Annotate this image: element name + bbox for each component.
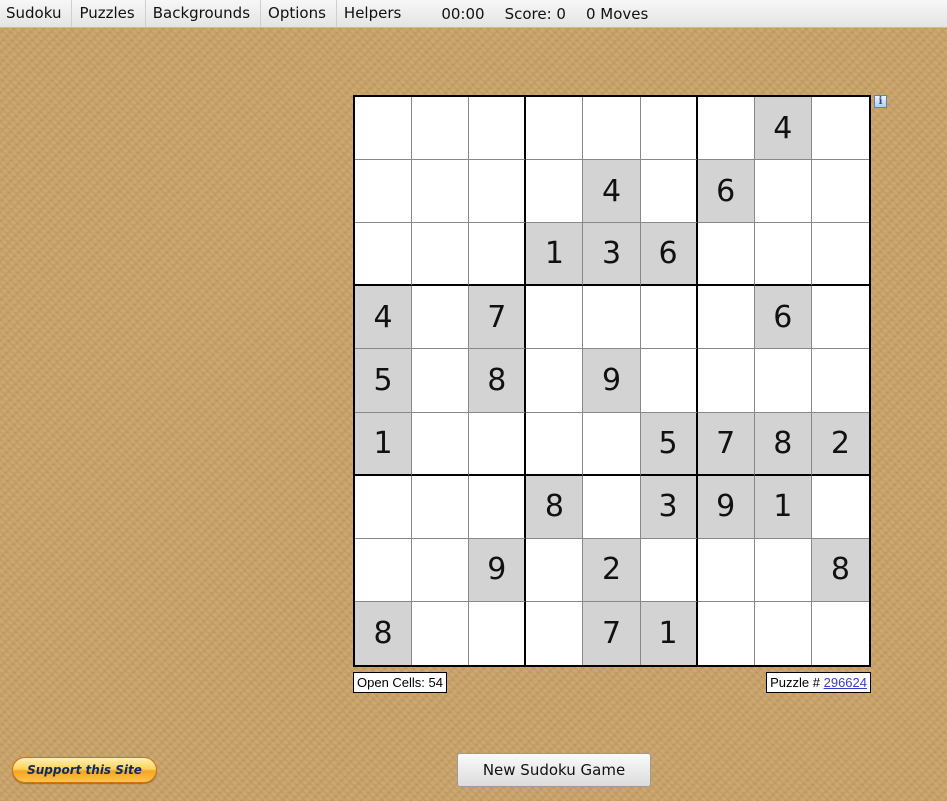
empty-cell[interactable] (697, 538, 755, 602)
given-cell[interactable]: 8 (754, 412, 812, 476)
empty-cell[interactable] (697, 223, 755, 287)
given-cell[interactable]: 1 (640, 601, 698, 665)
timer: 00:00 (441, 4, 485, 23)
moves-count: 0 Moves (585, 4, 649, 23)
empty-cell[interactable] (697, 349, 755, 413)
given-cell[interactable]: 8 (469, 349, 527, 413)
given-cell[interactable]: 2 (811, 412, 869, 476)
menu-helpers[interactable]: Helpers (337, 0, 411, 27)
support-site-button[interactable]: Support this Site (12, 757, 157, 783)
given-cell[interactable]: 1 (526, 223, 584, 287)
empty-cell[interactable] (526, 349, 584, 413)
given-cell[interactable]: 1 (355, 412, 413, 476)
given-cell[interactable]: 8 (355, 601, 413, 665)
given-cell[interactable]: 6 (697, 160, 755, 224)
game-status: 00:00 Score: 0 0 Moves (441, 5, 648, 23)
empty-cell[interactable] (583, 475, 641, 539)
empty-cell[interactable] (640, 286, 698, 350)
info-icon[interactable]: i (874, 95, 887, 108)
given-cell[interactable]: 6 (754, 286, 812, 350)
empty-cell[interactable] (811, 160, 869, 224)
empty-cell[interactable] (469, 475, 527, 539)
given-cell[interactable]: 5 (355, 349, 413, 413)
empty-cell[interactable] (469, 223, 527, 287)
menu-puzzles[interactable]: Puzzles (72, 0, 146, 27)
empty-cell[interactable] (412, 286, 470, 350)
empty-cell[interactable] (526, 97, 584, 161)
empty-cell[interactable] (355, 97, 413, 161)
given-cell[interactable]: 8 (526, 475, 584, 539)
menu-options[interactable]: Options (261, 0, 337, 27)
given-cell[interactable]: 3 (640, 475, 698, 539)
empty-cell[interactable] (526, 538, 584, 602)
empty-cell[interactable] (355, 223, 413, 287)
empty-cell[interactable] (754, 223, 812, 287)
empty-cell[interactable] (640, 97, 698, 161)
empty-cell[interactable] (412, 475, 470, 539)
empty-cell[interactable] (697, 286, 755, 350)
given-cell[interactable]: 7 (697, 412, 755, 476)
empty-cell[interactable] (697, 97, 755, 161)
empty-cell[interactable] (412, 349, 470, 413)
empty-cell[interactable] (811, 97, 869, 161)
empty-cell[interactable] (469, 601, 527, 665)
given-cell[interactable]: 4 (583, 160, 641, 224)
given-cell[interactable]: 4 (754, 97, 812, 161)
empty-cell[interactable] (754, 160, 812, 224)
new-game-button[interactable]: New Sudoku Game (457, 753, 651, 787)
given-cell[interactable]: 9 (583, 349, 641, 413)
empty-cell[interactable] (811, 475, 869, 539)
empty-cell[interactable] (412, 97, 470, 161)
given-cell[interactable]: 7 (469, 286, 527, 350)
empty-cell[interactable] (412, 538, 470, 602)
given-cell[interactable]: 8 (811, 538, 869, 602)
sudoku-board: 446136476589157828391928871 (353, 95, 871, 667)
empty-cell[interactable] (640, 160, 698, 224)
given-cell[interactable]: 2 (583, 538, 641, 602)
empty-cell[interactable] (412, 601, 470, 665)
menu-bar: Sudoku Puzzles Backgrounds Options Helpe… (0, 0, 947, 28)
empty-cell[interactable] (811, 286, 869, 350)
empty-cell[interactable] (754, 349, 812, 413)
given-cell[interactable]: 4 (355, 286, 413, 350)
empty-cell[interactable] (526, 286, 584, 350)
empty-cell[interactable] (412, 412, 470, 476)
empty-cell[interactable] (355, 475, 413, 539)
empty-cell[interactable] (583, 97, 641, 161)
empty-cell[interactable] (526, 412, 584, 476)
empty-cell[interactable] (754, 538, 812, 602)
empty-cell[interactable] (469, 97, 527, 161)
empty-cell[interactable] (526, 160, 584, 224)
empty-cell[interactable] (811, 223, 869, 287)
puzzle-number-box: Puzzle # 296624 (766, 672, 871, 693)
empty-cell[interactable] (697, 601, 755, 665)
empty-cell[interactable] (469, 412, 527, 476)
given-cell[interactable]: 7 (583, 601, 641, 665)
empty-cell[interactable] (811, 349, 869, 413)
open-cells-counter: Open Cells: 54 (353, 672, 447, 693)
given-cell[interactable]: 9 (697, 475, 755, 539)
empty-cell[interactable] (412, 160, 470, 224)
empty-cell[interactable] (526, 601, 584, 665)
given-cell[interactable]: 9 (469, 538, 527, 602)
puzzle-number-link[interactable]: 296624 (824, 675, 867, 690)
empty-cell[interactable] (412, 223, 470, 287)
given-cell[interactable]: 1 (754, 475, 812, 539)
given-cell[interactable]: 6 (640, 223, 698, 287)
given-cell[interactable]: 3 (583, 223, 641, 287)
empty-cell[interactable] (754, 601, 812, 665)
puzzle-number-label: Puzzle # (770, 675, 824, 690)
empty-cell[interactable] (469, 160, 527, 224)
empty-cell[interactable] (583, 412, 641, 476)
empty-cell[interactable] (640, 349, 698, 413)
given-cell[interactable]: 5 (640, 412, 698, 476)
menu-sudoku[interactable]: Sudoku (0, 0, 73, 27)
score: Score: 0 (504, 4, 566, 23)
empty-cell[interactable] (583, 286, 641, 350)
empty-cell[interactable] (811, 601, 869, 665)
empty-cell[interactable] (355, 538, 413, 602)
empty-cell[interactable] (355, 160, 413, 224)
menu-backgrounds[interactable]: Backgrounds (146, 0, 262, 27)
empty-cell[interactable] (640, 538, 698, 602)
